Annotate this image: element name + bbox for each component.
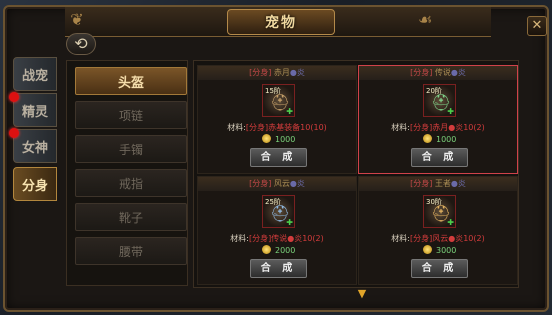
title-plate: 宠物 [227, 9, 335, 35]
materials-label: 材料: [391, 234, 410, 243]
item-card[interactable]: [分身] 赤月●炎 15阶 ⛑ ✚ 材料:[分身]赤基装备10(10) 1000… [197, 65, 357, 174]
fuse-button[interactable]: 合 成 [250, 148, 307, 167]
plus-icon: ✚ [286, 107, 293, 116]
fuse-button[interactable]: 合 成 [250, 259, 307, 278]
close-icon: ✕ [531, 18, 543, 33]
slot-ring[interactable]: 戒指 [75, 169, 187, 197]
gold-coin-icon [423, 245, 432, 254]
item-cost: 1000 [423, 134, 483, 146]
item-cost: 1000 [262, 134, 322, 146]
materials-label: 材料: [227, 123, 246, 132]
item-cost: 3000 [423, 245, 483, 257]
gold-coin-icon [262, 245, 271, 254]
material-name: 风云 [432, 234, 449, 243]
gold-coin-icon [423, 134, 432, 143]
item-card-title: [分身] 赤月●炎 [198, 66, 356, 80]
material-count: ●炎10(2) [287, 234, 324, 243]
cost-value: 2000 [275, 246, 296, 255]
item-icon[interactable]: 15阶 ⛑ ✚ [262, 84, 295, 117]
slot-label: 戒指 [118, 176, 143, 191]
item-materials: 材料:[分身]传说●炎10(2) [198, 233, 356, 244]
item-card-title: [分身] 传说●炎 [359, 66, 517, 80]
side-tab-spirit[interactable]: 精灵 [13, 93, 57, 127]
fuse-button[interactable]: 合 成 [411, 259, 468, 278]
slot-helmet[interactable]: 头盔 [75, 67, 187, 95]
gold-coin-icon [262, 134, 271, 143]
plus-icon: ✚ [286, 218, 293, 227]
item-name: 传说 [434, 68, 451, 77]
item-icon[interactable]: 20阶 ⛑ ✚ [423, 84, 456, 117]
dragon-ornament-icon: ☙ [417, 10, 433, 29]
item-card[interactable]: [分身] 王者●炎 30阶 ⛑ ✚ 材料:[分身]风云●炎10(2) 3000 … [358, 176, 518, 285]
item-materials: 材料:[分身]赤基装备10(10) [198, 122, 356, 133]
materials-label: 材料: [391, 123, 410, 132]
side-tab-avatar[interactable]: 分身 [13, 167, 57, 201]
plus-icon: ✚ [447, 107, 454, 116]
item-card-title: [分身] 风云●炎 [198, 177, 356, 191]
slot-boots[interactable]: 靴子 [75, 203, 187, 231]
alert-dot-icon [9, 92, 19, 102]
material-name: 赤月 [432, 123, 449, 132]
alert-dot-icon [9, 128, 19, 138]
item-stars: ●炎 [289, 68, 305, 77]
item-tag: [分身] [410, 68, 433, 77]
item-grid: [分身] 赤月●炎 15阶 ⛑ ✚ 材料:[分身]赤基装备10(10) 1000… [193, 60, 519, 288]
material-tag: [分身] [245, 123, 269, 132]
item-stars: ●炎 [289, 179, 305, 188]
materials-label: 材料: [230, 234, 249, 243]
item-icon[interactable]: 30阶 ⛑ ✚ [423, 195, 456, 228]
material-tag: [分身] [409, 123, 433, 132]
slot-label: 靴子 [118, 210, 143, 225]
item-name: 风云 [273, 179, 290, 188]
plus-icon: ✚ [447, 218, 454, 227]
material-tag: [分身] [409, 234, 433, 243]
item-tag: [分身] [249, 179, 272, 188]
side-tab-label: 战宠 [21, 68, 48, 84]
equipment-slot-list: 头盔 项链 手镯 戒指 靴子 腰带 [66, 60, 188, 286]
side-tab-label: 精灵 [21, 104, 48, 120]
back-arrow-icon: ⟲ [74, 34, 88, 53]
material-name: 传说 [271, 234, 288, 243]
cost-value: 3000 [436, 246, 457, 255]
title-bar: ❦ ❧ ☙ 宠物 [65, 7, 491, 37]
scroll-down-arrow-icon[interactable]: ▼ [356, 288, 368, 299]
item-card[interactable]: [分身] 风云●炎 25阶 ⛑ ✚ 材料:[分身]传说●炎10(2) 2000 … [197, 176, 357, 285]
material-count: 10(10) [300, 123, 327, 132]
slot-necklace[interactable]: 项链 [75, 101, 187, 129]
slot-label: 腰带 [118, 244, 143, 259]
slot-label: 手镯 [118, 142, 143, 157]
close-button[interactable]: ✕ [527, 16, 547, 36]
item-tag: [分身] [410, 179, 433, 188]
fuse-button[interactable]: 合 成 [411, 148, 468, 167]
side-tab-goddess[interactable]: 女神 [13, 129, 57, 163]
side-tab-label: 分身 [21, 178, 48, 194]
item-cost: 2000 [262, 245, 322, 257]
item-materials: 材料:[分身]风云●炎10(2) [359, 233, 517, 244]
slot-belt[interactable]: 腰带 [75, 237, 187, 265]
material-tag: [分身] [248, 234, 272, 243]
slot-label: 头盔 [117, 75, 144, 91]
item-materials: 材料:[分身]赤月●炎10(2) [359, 122, 517, 133]
side-tab-battle-pet[interactable]: 战宠 [13, 57, 57, 91]
item-card-title: [分身] 王者●炎 [359, 177, 517, 191]
item-stars: ●炎 [450, 68, 466, 77]
item-card[interactable]: [分身] 传说●炎 20阶 ⛑ ✚ 材料:[分身]赤月●炎10(2) 1000 … [358, 65, 518, 174]
window-title: 宠物 [265, 15, 297, 31]
cost-value: 1000 [436, 135, 457, 144]
slot-label: 项链 [118, 108, 143, 123]
left-ornament-icon: ❦ [70, 10, 84, 29]
material-count: ●炎10(2) [448, 234, 485, 243]
item-icon[interactable]: 25阶 ⛑ ✚ [262, 195, 295, 228]
slot-bracelet[interactable]: 手镯 [75, 135, 187, 163]
item-stars: ●炎 [450, 179, 466, 188]
material-count: ●炎10(2) [448, 123, 485, 132]
item-tag: [分身] [249, 68, 272, 77]
side-tab-label: 女神 [21, 140, 48, 156]
item-name: 王者 [434, 179, 451, 188]
cost-value: 1000 [275, 135, 296, 144]
item-name: 赤月 [273, 68, 290, 77]
back-button[interactable]: ⟲ [66, 33, 96, 55]
material-name: 赤基装备 [268, 123, 301, 132]
